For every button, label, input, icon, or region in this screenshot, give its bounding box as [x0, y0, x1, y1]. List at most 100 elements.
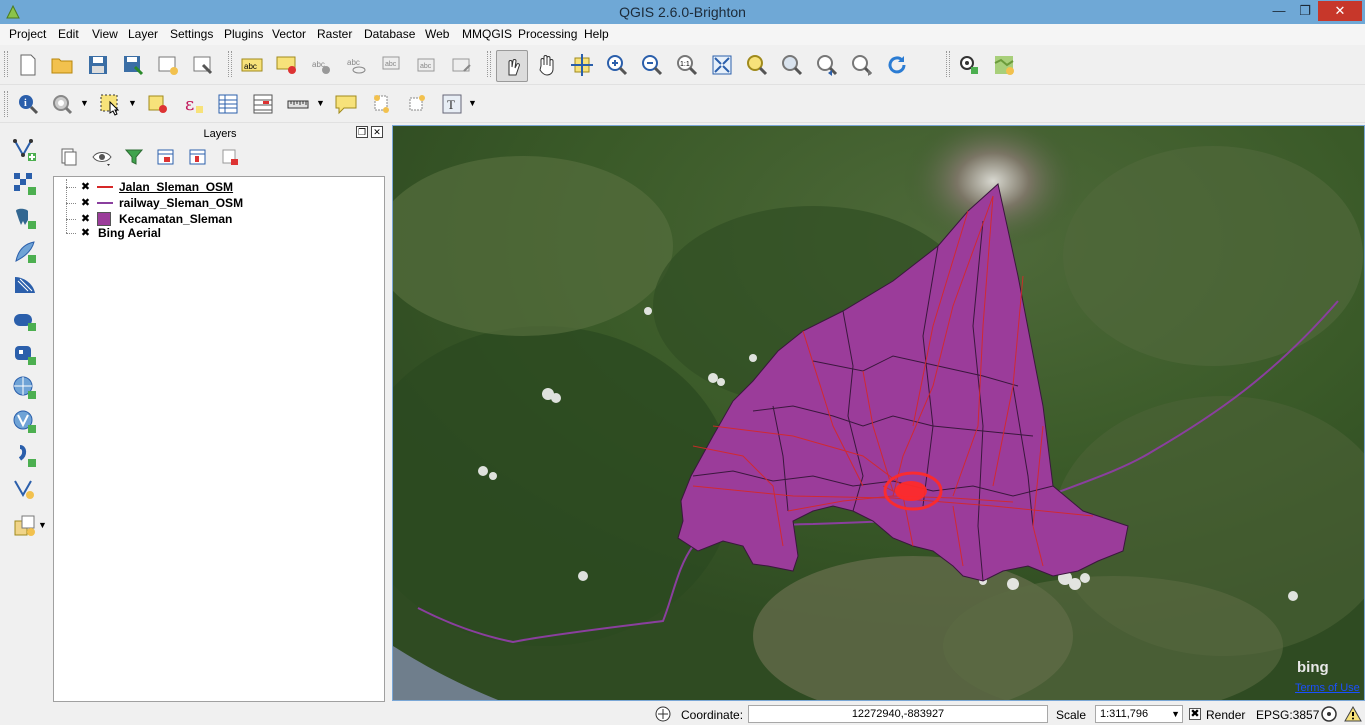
save-project-button[interactable] [84, 51, 112, 79]
map-tips-button[interactable] [332, 90, 360, 118]
menu-help[interactable]: Help [584, 27, 609, 41]
zoom-next-button[interactable] [848, 51, 876, 79]
change-label-button[interactable] [448, 51, 476, 79]
add-raster-layer-button[interactable] [10, 169, 40, 199]
scale-combobox[interactable]: 1:311,796 ▼ [1095, 705, 1183, 723]
deselect-features-button[interactable] [144, 90, 172, 118]
label-toolbar-button[interactable]: abc [238, 51, 266, 79]
close-button[interactable]: ✕ [1318, 1, 1362, 21]
toolbar-grip[interactable] [228, 51, 232, 77]
open-attribute-table-button[interactable] [214, 90, 242, 118]
chevron-down-icon[interactable]: ▼ [316, 98, 325, 108]
menu-processing[interactable]: Processing [518, 27, 577, 41]
zoom-full-button[interactable] [708, 51, 736, 79]
add-postgis-layer-button[interactable] [10, 203, 40, 233]
add-group-button[interactable] [56, 146, 80, 168]
new-project-button[interactable] [14, 51, 42, 79]
menu-database[interactable]: Database [364, 27, 415, 41]
field-calculator-button[interactable] [249, 90, 277, 118]
menu-edit[interactable]: Edit [58, 27, 79, 41]
identify-features-button[interactable]: i [14, 90, 42, 118]
select-by-expression-button[interactable]: ε [179, 90, 207, 118]
layer-visibility-checkbox[interactable]: ✖ [80, 198, 91, 209]
render-checkbox[interactable]: ✖ [1189, 708, 1201, 720]
pan-to-selection-button[interactable] [568, 51, 596, 79]
new-print-composer-button[interactable] [154, 51, 182, 79]
toolbar-grip[interactable] [487, 51, 491, 77]
chevron-down-icon[interactable]: ▼ [80, 98, 89, 108]
add-wfs-layer-button[interactable] [10, 407, 40, 437]
chevron-down-icon[interactable]: ▼ [468, 98, 477, 108]
add-wcs-layer-button[interactable] [10, 373, 40, 403]
add-spatialite-layer-button[interactable] [10, 237, 40, 267]
add-oracle-layer-button[interactable] [10, 305, 40, 335]
coordinate-field[interactable]: 12272940,-883927 [748, 705, 1048, 723]
minimize-button[interactable]: — [1266, 1, 1292, 21]
float-panel-button[interactable]: ❐ [356, 126, 368, 138]
terms-of-use-link[interactable]: Terms of Use [1295, 682, 1360, 694]
menu-web[interactable]: Web [425, 27, 449, 41]
toolbar-grip[interactable] [4, 51, 8, 77]
run-feature-action-button[interactable] [48, 90, 76, 118]
menu-mmqgis[interactable]: MMQGIS [462, 27, 512, 41]
select-features-button[interactable] [96, 90, 124, 118]
map-canvas[interactable]: bing Terms of Use [392, 125, 1365, 701]
new-spatialite-layer-button[interactable] [10, 511, 40, 541]
zoom-out-button[interactable] [638, 51, 666, 79]
layer-item-bing-aerial[interactable]: ✖ Bing Aerial [54, 225, 384, 241]
show-hide-labels-button[interactable]: abc [343, 51, 371, 79]
highlight-pinned-labels-button[interactable]: abc [308, 51, 336, 79]
measure-line-button[interactable] [284, 90, 312, 118]
crs-status[interactable]: EPSG:3857 [1256, 708, 1319, 722]
zoom-actual-size-button[interactable]: 1:1 [673, 51, 701, 79]
layer-visibility-checkbox[interactable]: ✖ [80, 182, 91, 193]
add-wms-layer-button[interactable] [10, 339, 40, 369]
gps-plugin-button[interactable] [955, 51, 983, 79]
add-vector-layer-button[interactable] [10, 135, 40, 165]
zoom-to-layer-button[interactable] [778, 51, 806, 79]
rotate-label-button[interactable]: abc [413, 51, 441, 79]
menu-view[interactable]: View [92, 27, 118, 41]
layer-visibility-checkbox[interactable]: ✖ [80, 228, 91, 239]
menu-vector[interactable]: Vector [272, 27, 306, 41]
zoom-last-button[interactable] [813, 51, 841, 79]
layer-item-railway[interactable]: ✖ railway_Sleman_OSM [54, 195, 384, 211]
move-label-button[interactable]: abc [378, 51, 406, 79]
layer-visibility-checkbox[interactable]: ✖ [80, 214, 91, 225]
projection-globe-icon[interactable] [1320, 705, 1338, 723]
maximize-button[interactable]: ❐ [1292, 1, 1318, 21]
composer-manager-button[interactable] [189, 51, 217, 79]
warning-icon[interactable] [1344, 705, 1362, 723]
remove-layer-button[interactable] [218, 146, 242, 168]
add-delimited-text-layer-button[interactable] [10, 441, 40, 471]
pin-labels-button[interactable] [273, 51, 301, 79]
touch-zoom-pan-button[interactable] [496, 50, 528, 82]
new-shapefile-layer-button[interactable] [10, 475, 40, 505]
save-as-button[interactable] [119, 51, 147, 79]
new-bookmark-button[interactable] [367, 90, 395, 118]
close-panel-button[interactable]: ✕ [371, 126, 383, 138]
toggle-coordinate-display-icon[interactable] [654, 705, 672, 723]
chevron-down-icon[interactable]: ▼ [128, 98, 137, 108]
layer-item-jalan[interactable]: ✖ Jalan_Sleman_OSM [54, 179, 384, 195]
toolbar-grip[interactable] [4, 91, 8, 117]
menu-plugins[interactable]: Plugins [224, 27, 263, 41]
menu-project[interactable]: Project [9, 27, 46, 41]
text-annotation-button[interactable]: T [438, 90, 466, 118]
toolbar-grip[interactable] [946, 51, 950, 77]
open-project-button[interactable] [48, 51, 76, 79]
map-plugin-button[interactable] [990, 51, 1018, 79]
zoom-to-selection-button[interactable] [743, 51, 771, 79]
zoom-in-button[interactable] [603, 51, 631, 79]
collapse-all-button[interactable] [186, 146, 210, 168]
manage-visibility-button[interactable] [90, 146, 114, 168]
show-bookmarks-button[interactable] [402, 90, 430, 118]
pan-map-button[interactable] [533, 51, 561, 79]
menu-settings[interactable]: Settings [170, 27, 213, 41]
chevron-down-icon[interactable]: ▼ [1171, 706, 1180, 722]
refresh-button[interactable] [883, 51, 911, 79]
menu-raster[interactable]: Raster [317, 27, 352, 41]
add-mssql-layer-button[interactable] [10, 271, 40, 301]
filter-legend-button[interactable] [122, 146, 146, 168]
menu-layer[interactable]: Layer [128, 27, 158, 41]
